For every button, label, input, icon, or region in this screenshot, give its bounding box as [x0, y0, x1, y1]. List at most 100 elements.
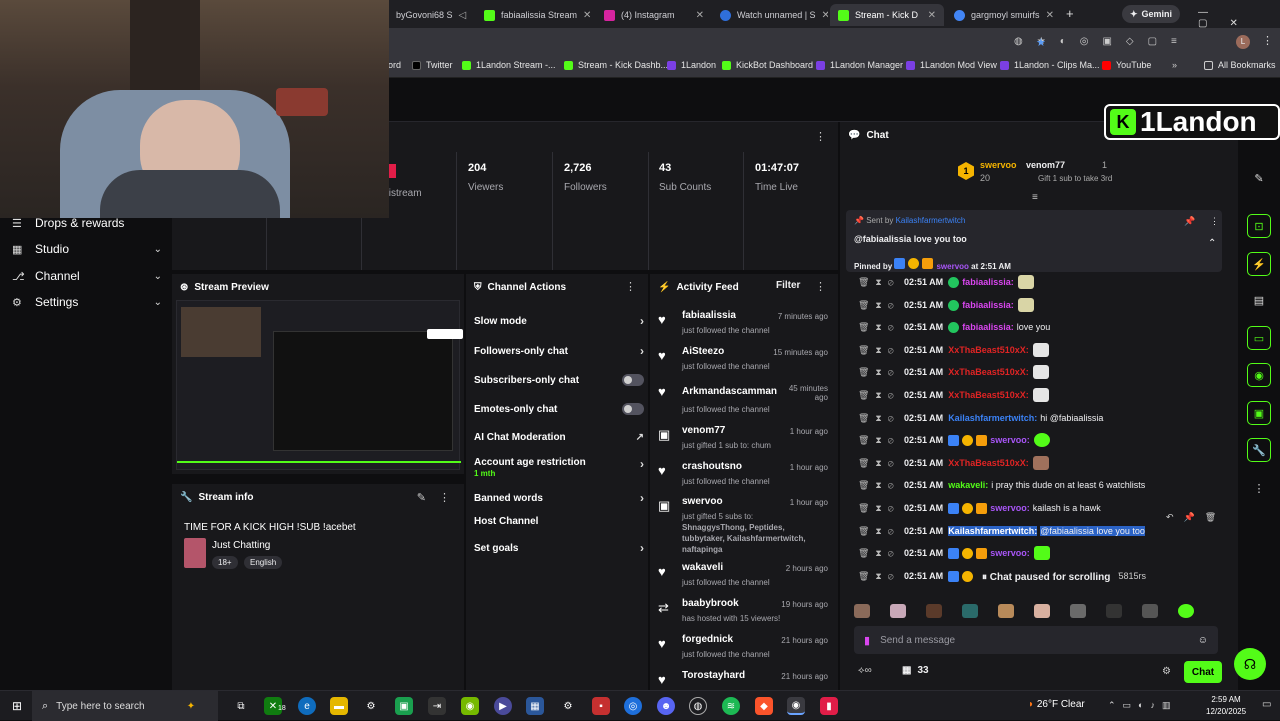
feed-name[interactable]: swervoo — [682, 496, 723, 507]
mod-tools-icon[interactable]: 🗑⧗⊘ — [858, 571, 904, 582]
bookmark-item[interactable]: KickBot Dashboard — [722, 60, 813, 70]
browser-tab[interactable]: fabiaalissia Stream ✕ — [476, 4, 592, 26]
chevron-up-icon[interactable]: ⌃ — [1208, 238, 1216, 249]
browser-tab-active[interactable]: Stream - Kick D ✕ — [830, 4, 944, 26]
bookmark-item[interactable]: Twitter — [412, 60, 453, 70]
star-icon[interactable]: ★ — [1036, 36, 1046, 49]
close-icon[interactable]: ✕ — [922, 10, 936, 21]
wrench-icon[interactable]: 🔧 — [1247, 438, 1271, 462]
points-icon[interactable]: ⟡∞ — [858, 665, 872, 676]
pencil-icon[interactable]: ✎ — [417, 491, 426, 504]
message-user[interactable]: Kailashfarmertwitch: — [948, 526, 1038, 536]
feed-name[interactable]: Torostayhard — [682, 670, 745, 681]
bookmark-item[interactable]: 1Landon Manager — [816, 60, 903, 70]
sidebar-item-settings[interactable]: ⚙ Settings ⌄ — [12, 295, 162, 309]
chat-message[interactable]: 🗑⧗⊘ 02:51 AM swervoo: — [858, 430, 1218, 450]
chat-message[interactable]: 🗑⧗⊘ 02:51 AM XxThaBeast510xX: — [858, 453, 1218, 473]
send-chat-button[interactable]: Chat — [1184, 661, 1222, 683]
chrome-icon[interactable]: ◉ — [787, 697, 805, 715]
nvidia-icon[interactable]: ◉ — [461, 697, 479, 715]
spotify-icon[interactable]: ≋ — [722, 697, 740, 715]
browser-tab[interactable]: (4) Instagram ✕ — [596, 4, 712, 26]
message-user[interactable]: swervoo: — [990, 503, 1030, 513]
windows-start-icon[interactable]: ⊞ — [8, 697, 26, 715]
mod-tools-icon[interactable]: 🗑⧗⊘ — [858, 503, 904, 514]
chat-message[interactable]: 🗑⧗⊘ 02:51 AM XxThaBeast510xX: — [858, 362, 1218, 382]
browser-tab[interactable]: gargmoyl smuirfs ✕ — [946, 4, 1062, 26]
mod-tools-icon[interactable]: 🗑⧗⊘ — [858, 322, 904, 333]
emote-icon[interactable] — [998, 604, 1014, 618]
feed-name[interactable]: fabiaalissia — [682, 310, 736, 321]
message-user[interactable]: swervoo: — [990, 548, 1030, 558]
message-user[interactable]: XxThaBeast510xX: — [948, 390, 1029, 400]
emote-icon[interactable] — [854, 604, 870, 618]
mic-icon[interactable]: ▮ — [864, 634, 870, 647]
bookmark-item[interactable]: 1Landon - Clips Ma... — [1000, 60, 1100, 70]
bookmark-item[interactable]: Stream - Kick Dashb... — [564, 60, 668, 70]
crop-icon[interactable]: ⊡ — [1247, 214, 1271, 238]
feed-name[interactable]: forgednick — [682, 634, 733, 645]
app-icon[interactable]: ▮ — [820, 697, 838, 715]
clock[interactable]: 2:59 AM 12/20/2025 — [1206, 694, 1246, 718]
support-icon[interactable]: ☊ — [1234, 648, 1266, 680]
emote-icon[interactable] — [1178, 604, 1194, 618]
bookmark-item[interactable]: YouTube — [1102, 60, 1151, 70]
emoji-icon[interactable]: ☺ — [1198, 635, 1208, 646]
message-user[interactable]: XxThaBeast510xX: — [948, 367, 1029, 377]
emote-icon[interactable] — [1070, 604, 1086, 618]
close-icon[interactable]: ✕ — [690, 10, 704, 21]
mod-tools-icon[interactable]: 🗑⧗⊘ — [858, 413, 904, 424]
tab-mute-icon[interactable]: ◁ — [453, 10, 467, 21]
more-icon[interactable]: ⋮ — [439, 491, 450, 504]
toggle-switch[interactable] — [622, 374, 644, 386]
chat-message[interactable]: 🗑⧗⊘ 02:51 AM XxThaBeast510xX: — [858, 385, 1218, 405]
chat-message[interactable]: 🗑⧗⊘ 02:51 AM Kailashfarmertwitch: hi @fabia… — [858, 408, 1218, 428]
action-set-goals[interactable]: Set goals › — [474, 541, 644, 555]
emote-icon[interactable] — [926, 604, 942, 618]
sidebar-item-drops[interactable]: ☰ Drops & rewards — [12, 216, 162, 230]
mod-tools-icon[interactable]: 🗑⧗⊘ — [858, 300, 904, 311]
chat-message[interactable]: 🗑⧗⊘ 02:51 AM fabiaalissia: — [858, 272, 1218, 292]
weather[interactable]: ◗ 26°F Clear — [1028, 699, 1085, 710]
message-user[interactable]: fabiaalissia: — [962, 300, 1014, 310]
chat-message[interactable]: 🗑⧗⊘ 02:51 AM wakaveli: i pray this dude on … — [858, 475, 1218, 495]
calculator-icon[interactable]: ▦ — [526, 697, 544, 715]
more-icon[interactable]: ⋮ — [625, 280, 636, 293]
media-icon[interactable]: ▶ — [494, 697, 512, 715]
chat-message[interactable]: 🗑⧗⊘ 02:51 AM XxThaBeast510xX: — [858, 340, 1218, 360]
bookmark-item[interactable]: 1Landon Stream -... — [462, 60, 556, 70]
browser-icon[interactable]: ◎ — [624, 697, 642, 715]
feed-name[interactable]: baabybrook — [682, 598, 739, 609]
browser-tab[interactable]: byGovoni68 S◁✕ — [388, 4, 468, 26]
bookmark-item[interactable]: 1Landon Mod View — [906, 60, 997, 70]
pencil-icon[interactable]: ✎ — [1247, 166, 1271, 190]
mod-tools-icon[interactable]: 🗑⧗⊘ — [858, 480, 904, 491]
gear-icon[interactable]: ⚙ — [1162, 666, 1171, 677]
window-controls[interactable]: —▢✕ — [1198, 7, 1280, 29]
feed-name[interactable]: venom77 — [682, 425, 725, 436]
category-name[interactable]: Just Chatting — [212, 540, 270, 551]
chat-paused-notice[interactable]: ⏸ Chat paused for scrolling — [974, 570, 1119, 585]
all-bookmarks[interactable]: All Bookmarks — [1204, 60, 1276, 70]
action-account-age[interactable]: Account age restriction 1 mth › — [474, 457, 644, 479]
mod-tools-icon[interactable]: 🗑⧗⊘ — [858, 458, 904, 469]
pinned-by-user[interactable]: swervoo — [936, 262, 968, 271]
settings-icon[interactable]: ⚙ — [559, 697, 577, 715]
chevron-right-icon[interactable]: » — [1172, 60, 1177, 70]
browser-tab[interactable]: Watch unnamed | S ✕ — [712, 4, 828, 26]
chat-input[interactable]: ▮ Send a message ☺ — [854, 626, 1218, 654]
obs-icon[interactable]: ◍ — [689, 697, 707, 715]
chat-bubble-icon[interactable]: ▭ — [1247, 326, 1271, 350]
menu-icon[interactable]: ⋮ — [1262, 34, 1273, 47]
clipboard-icon[interactable]: ▤ — [1247, 288, 1271, 312]
category-thumbnail[interactable] — [184, 538, 206, 568]
store-icon[interactable]: ▣ — [395, 697, 413, 715]
mod-tools-icon[interactable]: 🗑⧗⊘ — [858, 345, 904, 356]
chat-message[interactable]: 🗑⧗⊘ 02:51 AM swervoo: — [858, 543, 1218, 563]
feed-name[interactable]: AiSteezo — [682, 346, 724, 357]
mod-tools-icon[interactable]: 🗑⧗⊘ — [858, 526, 904, 537]
close-icon[interactable]: ✕ — [577, 10, 591, 21]
more-icon[interactable]: ⋮ — [815, 130, 826, 143]
feed-name[interactable]: crashoutsno — [682, 461, 742, 472]
more-icon[interactable]: ⋮ — [1247, 476, 1271, 500]
